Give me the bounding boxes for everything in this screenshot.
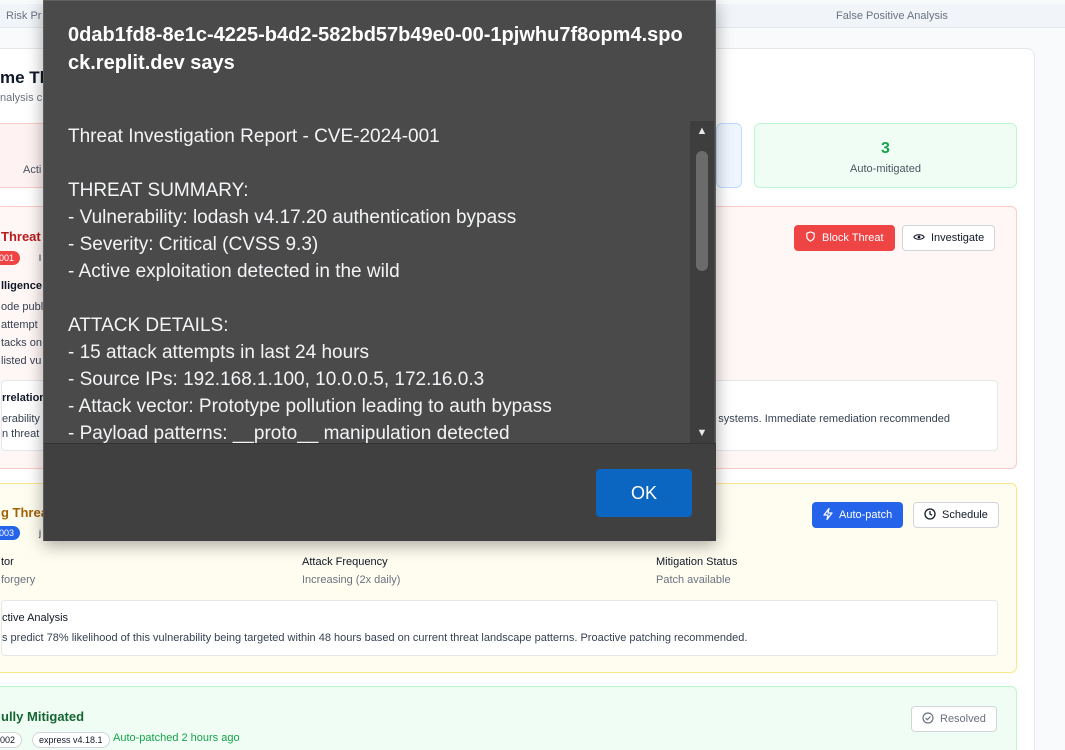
attack-vector-value: forgery: [1, 574, 36, 586]
mitigation-status-value: Patch available: [656, 574, 731, 586]
auto-patch-label: Auto-patch: [839, 509, 893, 521]
stat-auto-mitigated-value: 3: [881, 140, 890, 157]
stat-auto-mitigated: 3 Auto-mitigated: [754, 123, 1017, 188]
resolved-button[interactable]: Resolved: [911, 706, 997, 732]
investigate-button[interactable]: Investigate: [902, 225, 996, 251]
intel-line: listed vu: [1, 355, 42, 367]
cve-badge: 001: [0, 251, 21, 265]
threat-title: ully Mitigated: [1, 709, 85, 724]
page-subtitle: nalysis c: [0, 92, 43, 104]
resolved-label: Resolved: [940, 713, 986, 725]
stat-blue: [716, 123, 742, 188]
scroll-up-icon[interactable]: ▲: [690, 121, 714, 141]
block-threat-label: Block Threat: [822, 232, 884, 244]
predictive-text: s predict 78% likelihood of this vulnera…: [2, 632, 748, 644]
cve-badge: 003: [0, 526, 21, 540]
check-circle-icon: [922, 711, 934, 727]
dialog-body: Threat Investigation Report - CVE-2024-0…: [44, 121, 716, 443]
stat-active-label: Acti: [23, 164, 42, 176]
dialog-footer: OK: [44, 444, 716, 541]
predictive-analysis-box: ctive Analysis s predict 78% likelihood …: [1, 600, 998, 656]
alert-dialog: 0dab1fd8-8e1c-4225-b4d2-582bd57b49e0-00-…: [43, 0, 716, 541]
mitigation-status: Auto-patched 2 hours ago: [113, 732, 240, 744]
correlation-line: erability: [2, 413, 40, 425]
schedule-button[interactable]: Schedule: [913, 502, 999, 528]
dialog-scrollbar[interactable]: ▲ ▼: [690, 121, 714, 443]
package-badge: express v4.18.1: [32, 732, 110, 748]
threat-title: g Threa: [1, 505, 48, 520]
predictive-heading: ctive Analysis: [2, 612, 69, 624]
correlation-line: n threat: [2, 428, 40, 440]
stat-auto-mitigated-label: Auto-mitigated: [850, 163, 921, 175]
dialog-title: 0dab1fd8-8e1c-4225-b4d2-582bd57b49e0-00-…: [68, 24, 683, 74]
schedule-label: Schedule: [942, 509, 988, 521]
correlation-heading: rrelation: [2, 392, 47, 404]
attack-vector-label: tor: [1, 556, 14, 568]
ok-button[interactable]: OK: [596, 469, 692, 517]
intel-line: ode publ: [1, 301, 44, 313]
dialog-message: Threat Investigation Report - CVE-2024-0…: [68, 126, 552, 443]
block-threat-button[interactable]: Block Threat: [794, 225, 895, 251]
intel-heading: lligence: [1, 280, 42, 292]
lightning-icon: [823, 507, 833, 523]
eye-icon: [913, 232, 925, 245]
intel-line: attempt: [1, 319, 38, 331]
investigate-label: Investigate: [931, 232, 985, 244]
cve-badge: 002: [0, 732, 23, 748]
correlation-recommendation: on systems. Immediate remediation recomm…: [703, 413, 950, 425]
attack-frequency-value: Increasing (2x daily): [302, 574, 401, 586]
threat-title: Threat I: [1, 229, 48, 244]
tab-false-positive-analysis[interactable]: False Positive Analysis: [754, 4, 1030, 28]
mitigation-status-label: Mitigation Status: [656, 556, 738, 568]
threat-card-mitigated: ully Mitigated 002 express v4.18.1 Auto-…: [0, 686, 1017, 750]
scroll-down-icon[interactable]: ▼: [690, 423, 714, 443]
auto-patch-button[interactable]: Auto-patch: [812, 502, 904, 528]
clock-icon: [924, 507, 936, 523]
attack-frequency-label: Attack Frequency: [302, 556, 388, 568]
intel-line: tacks on: [1, 337, 42, 349]
scroll-thumb[interactable]: [696, 151, 708, 271]
shield-icon: [805, 231, 816, 245]
